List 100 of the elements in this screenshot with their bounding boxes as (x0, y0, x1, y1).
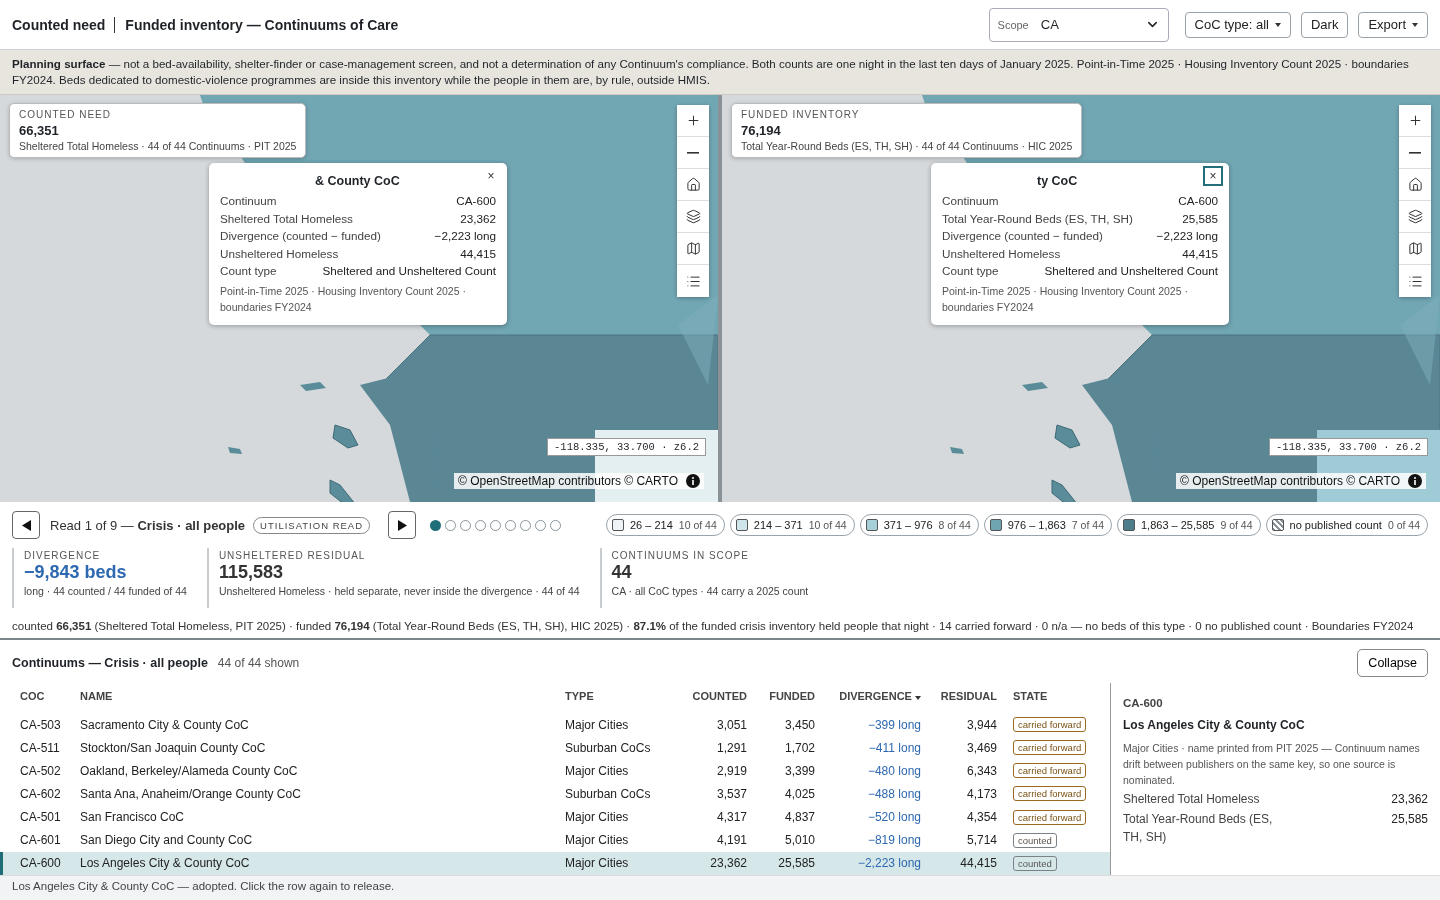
map-control-button[interactable] (1399, 265, 1431, 297)
map-control-button[interactable] (1399, 137, 1431, 169)
table-row[interactable]: CA-502 Oakland, Berkeley/Alameda County CoC Major Cities 2,919 3,399 −480 long 6,343 carried forward (0, 759, 1110, 783)
table-cell-text: 1,291 (715, 740, 747, 755)
status-text: Los Angeles City & County CoC — adopted. Click the row again to release. (12, 880, 395, 892)
page-dot[interactable] (460, 519, 472, 531)
map-attribution: © OpenStreetMap contributors © CARTO (458, 474, 678, 488)
popup-label: Continuum (220, 193, 277, 209)
stat-label: UNSHELTERED RESIDUAL (218, 550, 367, 561)
summary-text: counted 66,351 (Sheltered Total Homeless, PIT 2025) · funded 76,194 (Total Year-Round Beds (ES, TH, SH), HIC 2025) · 87.1% of the funded crisis inventory held people that night · 14 carried forward · 0 n/a — no beds of this type · 0 no published count · Boundaries FY2024 (12, 620, 1414, 632)
toolbar-button[interactable]: CoC type: all (1184, 11, 1291, 38)
collapse-button[interactable]: Collapse (1357, 649, 1428, 677)
page-dot[interactable] (445, 519, 457, 531)
table-cell-text: 4,317 (715, 810, 747, 825)
info-icon[interactable] (1408, 474, 1422, 488)
page-dot[interactable] (430, 519, 442, 531)
zoom-out-icon (687, 151, 699, 154)
home-icon (685, 177, 701, 192)
popup-value: −2,223 long (1156, 228, 1218, 244)
previous-button[interactable] (12, 511, 40, 539)
column-header[interactable]: COUNTED (665, 690, 747, 703)
map-control-button[interactable] (677, 169, 709, 201)
caret-icon (915, 696, 921, 701)
page-dot[interactable] (505, 519, 517, 531)
triangle-left-icon (21, 519, 31, 531)
table-cell-text: 3,469 (965, 740, 997, 755)
stat-value: −9,843 beds (24, 562, 128, 583)
table-cell-text: Major Cities (565, 810, 630, 825)
next-button[interactable] (388, 511, 417, 539)
table-cell-text: −520 long (866, 810, 921, 825)
legend-chip[interactable]: 371 – 976 8 of 44 (859, 514, 979, 536)
popup-value: Sheltered and Unsheltered Count (322, 263, 496, 279)
map-control-button[interactable] (677, 233, 709, 265)
popup-value: 23,362 (460, 210, 496, 227)
table-cell-text: Los Angeles City & County CoC (80, 856, 251, 871)
table-cell-text: −480 long (866, 763, 921, 778)
popup-title: & County CoC (315, 174, 400, 188)
table-cell-text: Sacramento City & County CoC (80, 717, 250, 732)
detail-value: 25,585 (1391, 811, 1428, 828)
scope-select[interactable]: Scope CA (988, 7, 1169, 42)
table-cell-text: Santa Ana, Anaheim/Orange County CoC (80, 786, 302, 801)
legend-chip[interactable]: 1,863 – 25,585 9 of 44 (1117, 514, 1261, 536)
map-control-button[interactable] (1399, 201, 1431, 233)
detail-label: Total Year-Round Beds (ES, TH, SH) (1123, 811, 1274, 846)
page-dot[interactable] (520, 519, 532, 531)
map-control-button[interactable] (677, 201, 709, 233)
page-dot[interactable] (475, 519, 487, 531)
detail-description: Major Cities · name printed from PIT 2025 — Continuum names drift between publishers on the same key, so one source is nominated. (1123, 741, 1421, 788)
map-control-button[interactable] (1399, 233, 1431, 265)
legend-chip[interactable]: no published count 0 of 44 (1265, 514, 1428, 536)
table-cell-text: Major Cities (565, 856, 630, 871)
table-cell-text: 3,399 (783, 763, 815, 778)
column-header[interactable]: NAME (80, 690, 565, 703)
table-cell-text: Major Cities (565, 717, 630, 732)
table-cell-text: Suburban CoCs (565, 740, 652, 755)
table-cell-text: CA-601 (20, 833, 62, 848)
state-tag: carried forward (1013, 763, 1087, 779)
legend-chip[interactable]: 26 – 214 10 of 44 (606, 514, 725, 536)
table-cell-text: CA-511 (20, 740, 61, 755)
table-cell-text: −399 long (866, 717, 921, 732)
page-dot[interactable] (490, 519, 502, 531)
toolbar-button[interactable]: Export (1358, 11, 1428, 38)
page-dot[interactable] (550, 519, 562, 531)
legend-chip[interactable]: 976 – 1,863 7 of 44 (983, 514, 1112, 536)
column-header[interactable]: DIVERGENCE (815, 690, 921, 703)
stat-note: CA · all CoC types · 44 carry a 2025 count (611, 585, 809, 597)
table-row[interactable]: CA-511 Stockton/San Joaquin County CoC Suburban CoCs 1,291 1,702 −411 long 3,469 carried forward (0, 736, 1110, 760)
table-row[interactable]: CA-600 Los Angeles City & County CoC Major Cities 23,362 25,585 −2,223 long 44,415 counted (0, 851, 1110, 875)
info-icon[interactable] (686, 474, 700, 488)
map-icon (1407, 241, 1423, 256)
table-cell-text: 44,415 (959, 856, 997, 871)
card-value: 76,194 (741, 123, 782, 138)
popup-label: Count type (942, 263, 999, 279)
table-cell-text: 5,010 (783, 833, 815, 848)
table-row[interactable]: CA-503 Sacramento City & County CoC Major Cities 3,051 3,450 −399 long 3,944 carried forward (0, 713, 1110, 737)
table-row[interactable]: CA-601 San Diego City and County CoC Major Cities 4,191 5,010 −819 long 5,714 counted (0, 828, 1110, 852)
popup-value: CA-600 (456, 193, 496, 209)
column-header[interactable]: COC (20, 690, 80, 703)
table-cell-text: CA-503 (20, 717, 62, 732)
table-row[interactable]: CA-501 San Francisco CoC Major Cities 4,317 4,837 −520 long 4,354 carried forward (0, 805, 1110, 829)
triangle-right-icon (397, 519, 407, 531)
column-header[interactable]: FUNDED (747, 690, 815, 703)
view-title: Counted need (12, 16, 116, 33)
close-button[interactable]: × (1203, 166, 1223, 186)
popup-value: Sheltered and Unsheltered Count (1044, 263, 1218, 279)
column-header[interactable]: RESIDUAL (921, 690, 997, 703)
map-control-button[interactable] (677, 265, 709, 297)
toolbar-button[interactable]: Dark (1300, 11, 1349, 38)
column-header[interactable]: STATE (997, 690, 1110, 703)
list-icon (685, 273, 701, 289)
table-cell-text: 4,354 (965, 810, 997, 825)
map-control-button[interactable] (677, 137, 709, 169)
page-dot[interactable] (535, 519, 547, 531)
table-cell-text: −488 long (866, 786, 921, 801)
table-cell-text: 6,343 (965, 763, 997, 778)
map-control-button[interactable] (1399, 169, 1431, 201)
table-cell-text: 25,585 (777, 856, 815, 871)
table-row[interactable]: CA-602 Santa Ana, Anaheim/Orange County CoC Suburban CoCs 3,537 4,025 −488 long 4,173 carried forward (0, 782, 1110, 806)
column-header[interactable]: TYPE (565, 690, 665, 703)
legend-chip[interactable]: 214 – 371 10 of 44 (729, 514, 855, 536)
